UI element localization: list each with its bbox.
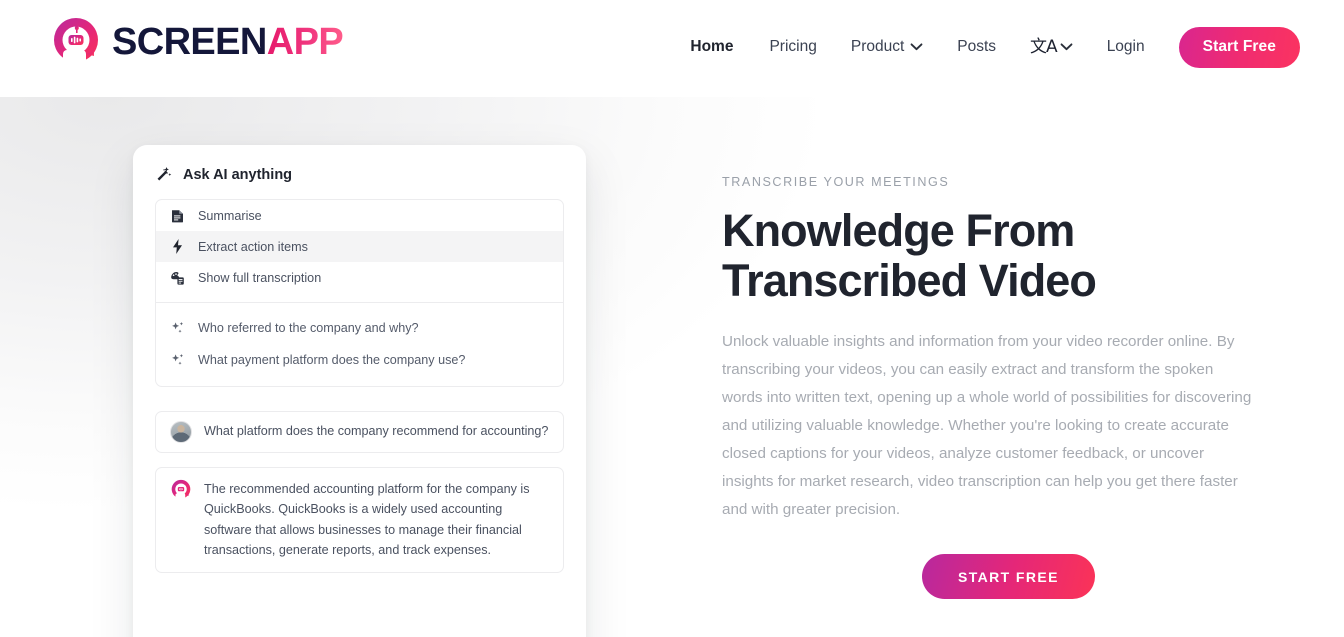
ai-action-label: Extract action items [198,239,308,254]
screenapp-robot-logo-icon [54,18,98,66]
ai-action-show-full-transcription[interactable]: Show full transcription [156,262,563,293]
language-glyph: 文A [1030,36,1058,57]
lightning-bolt-icon [170,239,185,254]
chat-message-text: What platform does the company recommend… [204,424,549,439]
brand-wordmark: SCREEN APP [112,21,344,63]
hero-body-text: Unlock valuable insights and information… [722,333,1252,518]
chevron-down-icon [1060,43,1073,51]
ai-suggestions-box: Summarise Extract action items Show full… [155,199,564,387]
nav-item-product[interactable]: Product [835,26,939,68]
nav-item-home[interactable]: Home [672,26,751,68]
ai-suggested-question-label: Who referred to the company and why? [198,321,419,335]
hero-start-free-button[interactable]: START FREE [922,554,1095,599]
header-start-free-button[interactable]: Start Free [1178,26,1300,68]
main-navigation: Home Pricing Product Posts 文A Login Star… [672,26,1300,68]
nav-item-product-label: Product [850,38,905,55]
chevron-down-icon [910,43,923,51]
ai-action-summarise[interactable]: Summarise [156,200,563,231]
ai-suggested-question-2[interactable]: What payment platform does the company u… [156,344,563,376]
document-icon [170,209,185,223]
page-root: SCREEN APP Home Pricing Product Posts 文A … [0,0,1344,637]
chat-message-assistant: The recommended accounting platform for … [155,467,564,573]
sparkles-icon [170,321,185,335]
hero-section: Ask AI anything Summarise Extract action… [0,97,1344,637]
ai-action-label: Summarise [198,208,262,223]
assistant-avatar [170,479,192,501]
chat-message-user: What platform does the company recommend… [155,411,564,453]
hero-eyebrow: TRANSCRIBE YOUR MEETINGS [722,175,950,189]
divider [156,302,563,303]
language-selector[interactable]: 文A [1014,36,1089,57]
ai-suggested-question-1[interactable]: Who referred to the company and why? [156,312,563,344]
nav-item-pricing[interactable]: Pricing [751,26,834,68]
site-header: SCREEN APP Home Pricing Product Posts 文A … [0,0,1344,97]
brand-word-screen: SCREEN [112,21,267,63]
ai-card-header: Ask AI anything [133,145,586,199]
nav-item-posts[interactable]: Posts [939,26,1014,68]
ai-assistant-card: Ask AI anything Summarise Extract action… [133,145,586,637]
ai-action-extract-action-items[interactable]: Extract action items [156,231,563,262]
hero-copy: TRANSCRIBE YOUR MEETINGS Knowledge From … [722,175,1267,599]
user-avatar [170,421,192,443]
ai-suggested-question-label: What payment platform does the company u… [198,353,466,367]
magic-wand-icon [157,167,172,181]
transcription-icon [170,271,185,285]
brand-logo[interactable]: SCREEN APP [50,16,344,68]
nav-item-login[interactable]: Login [1089,26,1163,68]
ai-card-header-label: Ask AI anything [183,166,293,183]
chat-message-text: The recommended accounting platform for … [204,482,530,558]
hero-title: Knowledge From Transcribed Video [722,205,1097,306]
brand-word-app: APP [266,21,344,63]
ai-action-label: Show full transcription [198,270,322,285]
sparkles-icon [170,353,185,367]
